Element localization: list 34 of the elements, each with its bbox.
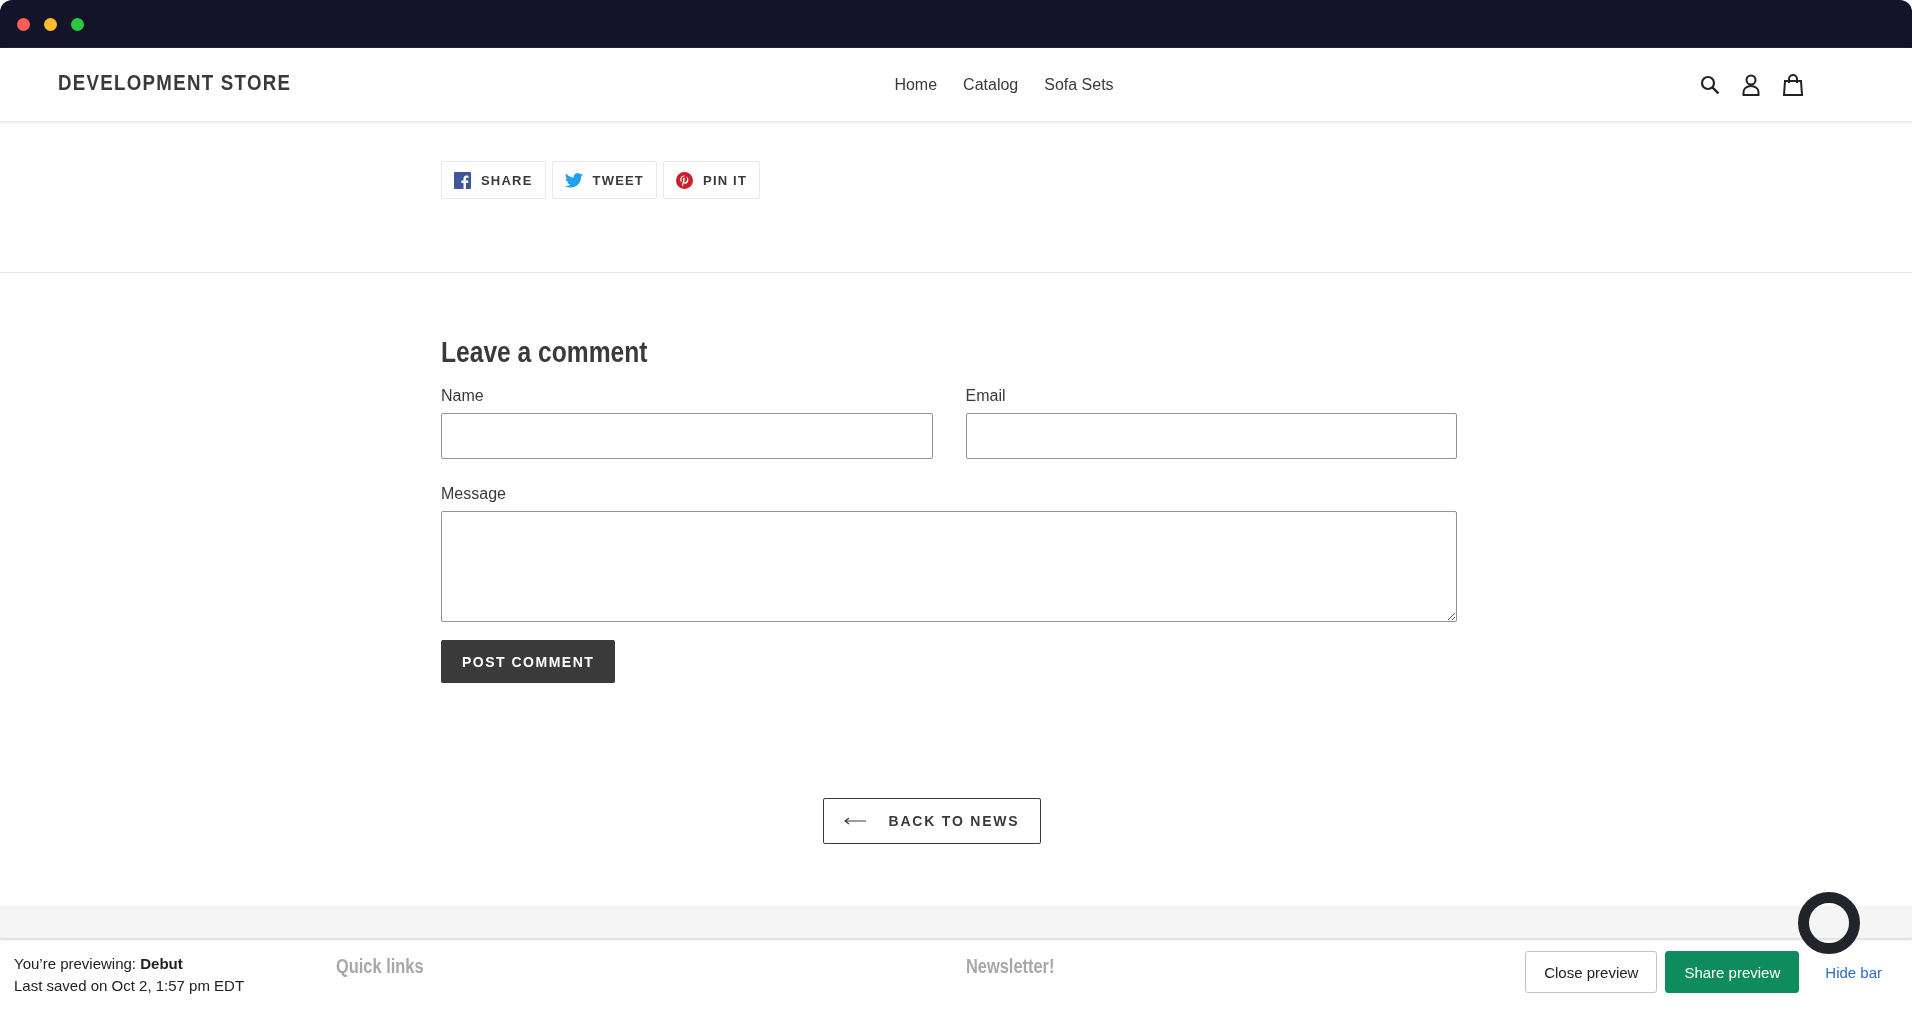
- form-heading: Leave a comment: [441, 335, 648, 369]
- maximize-window-icon[interactable]: [71, 17, 84, 31]
- minimize-window-icon[interactable]: [44, 17, 57, 31]
- arrow-left-icon: [844, 817, 867, 825]
- store-logo[interactable]: DEVELOPMENT STORE: [58, 69, 415, 96]
- nav-link[interactable]: Catalog: [963, 75, 1019, 94]
- share-button[interactable]: PIN IT: [663, 161, 761, 199]
- field-label: Message: [441, 485, 507, 503]
- hide-bar-link[interactable]: Hide bar: [1825, 963, 1882, 981]
- facebook-icon: [454, 171, 471, 189]
- field-label: Name: [441, 387, 485, 405]
- last-saved-text: Last saved on Oct 2, 1:57 pm EDT: [14, 976, 246, 996]
- shopping-bag-icon[interactable]: [1782, 73, 1804, 96]
- nav-link[interactable]: Home: [894, 75, 938, 94]
- share-button[interactable]: SHARE: [441, 161, 546, 199]
- close-preview-button[interactable]: Close preview: [1525, 951, 1658, 993]
- field-label: Email: [965, 387, 1007, 405]
- pin-icon: [676, 171, 693, 189]
- search-icon[interactable]: [1700, 74, 1720, 95]
- chat-ring-icon[interactable]: [1798, 892, 1860, 954]
- message-field[interactable]: [441, 511, 1457, 622]
- footer-heading: Quick links: [336, 954, 425, 978]
- account-icon[interactable]: [1742, 73, 1760, 96]
- back-to-news-button[interactable]: BACK TO NEWS: [823, 798, 1041, 844]
- preview-theme-text: You’re previewing: Debut: [14, 954, 184, 974]
- share-button[interactable]: TWEET: [551, 161, 657, 199]
- close-window-icon[interactable]: [17, 17, 30, 31]
- nav-link[interactable]: Sofa Sets: [1044, 75, 1114, 94]
- footer-heading: Newsletter!: [966, 954, 1055, 978]
- share-preview-button[interactable]: Share preview: [1665, 951, 1800, 993]
- input-field[interactable]: [965, 413, 1457, 459]
- bird-icon: [564, 172, 583, 188]
- input-field[interactable]: [441, 413, 933, 459]
- post-comment-button[interactable]: POST COMMENT: [441, 640, 616, 683]
